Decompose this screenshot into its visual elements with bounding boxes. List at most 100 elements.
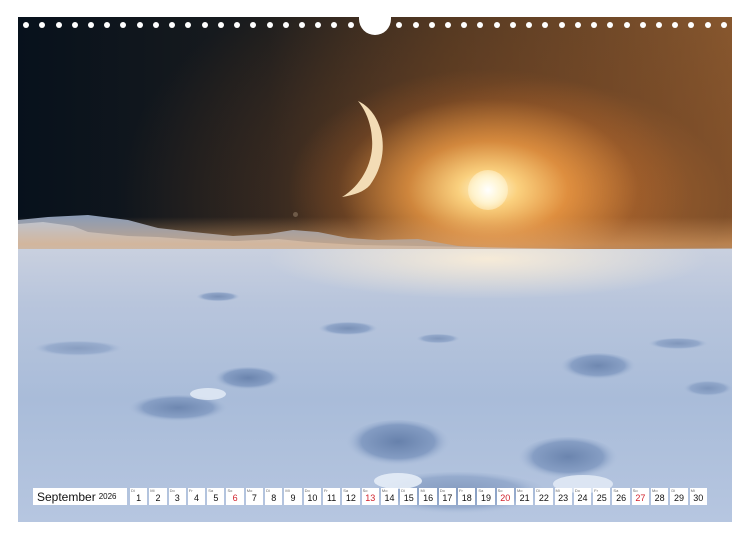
binding-hole bbox=[169, 22, 176, 28]
snow-craters bbox=[33, 292, 732, 516]
binding-hole bbox=[152, 22, 159, 28]
binding-hole bbox=[542, 22, 549, 28]
day-cell: Di 22 bbox=[535, 488, 553, 505]
binding-hole bbox=[298, 22, 305, 28]
day-number: 6 bbox=[232, 493, 238, 503]
binding-hole bbox=[39, 22, 46, 28]
binding-hole bbox=[655, 22, 662, 28]
binding-hole bbox=[704, 22, 711, 28]
binding-hole bbox=[558, 22, 565, 28]
day-cell: Mi 2 bbox=[149, 488, 167, 505]
day-number: 20 bbox=[500, 493, 511, 503]
binding-hole bbox=[266, 22, 273, 28]
binding-hole bbox=[234, 22, 241, 28]
binding-hole bbox=[315, 22, 322, 28]
binding-hole bbox=[55, 22, 62, 28]
day-number: 11 bbox=[326, 493, 337, 503]
day-cell: Fr 18 bbox=[458, 488, 476, 505]
day-cell: Mo 7 bbox=[245, 488, 264, 505]
calendar-page: September 2026 Di 1 Mi 2 Do 3 Fr 4 Sa 5 So 6 Mo 7 Di 8 M… bbox=[0, 0, 750, 540]
day-cell: Mo 21 bbox=[515, 488, 534, 505]
binding-hole bbox=[493, 22, 500, 28]
day-number: 3 bbox=[174, 493, 180, 503]
day-number: 18 bbox=[461, 493, 472, 503]
binding-hole bbox=[250, 22, 257, 28]
day-number: 1 bbox=[136, 493, 142, 503]
binding-hole bbox=[136, 22, 143, 28]
day-number: 8 bbox=[271, 493, 277, 503]
month-label: September 2026 bbox=[33, 488, 127, 505]
day-cell: So 20 bbox=[496, 488, 514, 505]
day-number: 13 bbox=[365, 493, 376, 503]
calendar-strip: September 2026 Di 1 Mi 2 Do 3 Fr 4 Sa 5 So 6 Mo 7 Di 8 M… bbox=[33, 488, 707, 505]
day-cell: Fr 11 bbox=[322, 488, 341, 505]
day-cell: Di 1 bbox=[130, 488, 148, 505]
binding-hole bbox=[396, 22, 403, 28]
day-cell: Mi 9 bbox=[284, 488, 302, 505]
binding-hole bbox=[720, 22, 727, 28]
day-number: 4 bbox=[194, 493, 200, 503]
binding-hole bbox=[526, 22, 533, 28]
binding-hole bbox=[591, 22, 598, 28]
day-cell: Mi 30 bbox=[689, 488, 707, 505]
binding-hole bbox=[509, 22, 516, 28]
day-number: 2 bbox=[155, 493, 161, 503]
day-number: 7 bbox=[251, 493, 257, 503]
binding-hole bbox=[282, 22, 289, 28]
day-cell: Sa 26 bbox=[612, 488, 630, 505]
binding-hole bbox=[428, 22, 435, 28]
binding-hole bbox=[185, 22, 192, 28]
binding-hole bbox=[347, 22, 354, 28]
binding-hole bbox=[331, 22, 338, 28]
distant-moon bbox=[293, 212, 298, 217]
day-cell: So 27 bbox=[631, 488, 650, 505]
day-cell: So 13 bbox=[361, 488, 379, 505]
day-number: 12 bbox=[345, 493, 356, 503]
sun bbox=[468, 170, 508, 210]
binding-hole bbox=[104, 22, 111, 28]
year: 2026 bbox=[98, 492, 117, 501]
crescent-moon bbox=[342, 101, 383, 197]
day-number: 10 bbox=[307, 493, 318, 503]
day-cell: Fr 25 bbox=[593, 488, 611, 505]
binding-hole bbox=[71, 22, 78, 28]
day-cell: Mo 14 bbox=[380, 488, 399, 505]
day-number: 15 bbox=[403, 493, 414, 503]
day-number: 17 bbox=[442, 493, 453, 503]
day-number: 26 bbox=[616, 493, 627, 503]
day-cell: Do 24 bbox=[573, 488, 592, 505]
day-cell: Mi 23 bbox=[554, 488, 572, 505]
day-cell: Mi 16 bbox=[419, 488, 437, 505]
binding-hole bbox=[639, 22, 646, 28]
day-number: 22 bbox=[538, 493, 549, 503]
binding-hole bbox=[672, 22, 679, 28]
month-name: September bbox=[37, 489, 96, 504]
day-number: 16 bbox=[423, 493, 434, 503]
day-cell: Do 10 bbox=[303, 488, 321, 505]
day-cell: Sa 19 bbox=[477, 488, 495, 505]
day-cell: Mo 28 bbox=[651, 488, 669, 505]
day-number: 19 bbox=[480, 493, 491, 503]
binding-hole bbox=[201, 22, 208, 28]
binding-hole bbox=[574, 22, 581, 28]
day-number: 24 bbox=[577, 493, 588, 503]
day-number: 14 bbox=[384, 493, 395, 503]
binding-hole bbox=[445, 22, 452, 28]
binding-hole bbox=[23, 22, 30, 28]
day-number: 28 bbox=[654, 493, 665, 503]
day-cell: Sa 12 bbox=[342, 488, 360, 505]
day-number: 25 bbox=[596, 493, 607, 503]
day-cell: Do 3 bbox=[168, 488, 186, 505]
day-number: 30 bbox=[693, 493, 704, 503]
day-cell: So 6 bbox=[226, 488, 244, 505]
binding-hole bbox=[477, 22, 484, 28]
day-number: 21 bbox=[519, 493, 530, 503]
day-cell: Fr 4 bbox=[187, 488, 206, 505]
day-number: 23 bbox=[558, 493, 569, 503]
day-number: 29 bbox=[673, 493, 684, 503]
binding-hole bbox=[607, 22, 614, 28]
day-number: 5 bbox=[213, 493, 219, 503]
day-number: 27 bbox=[635, 493, 646, 503]
day-cell: Di 8 bbox=[265, 488, 283, 505]
binding-hole bbox=[120, 22, 127, 28]
